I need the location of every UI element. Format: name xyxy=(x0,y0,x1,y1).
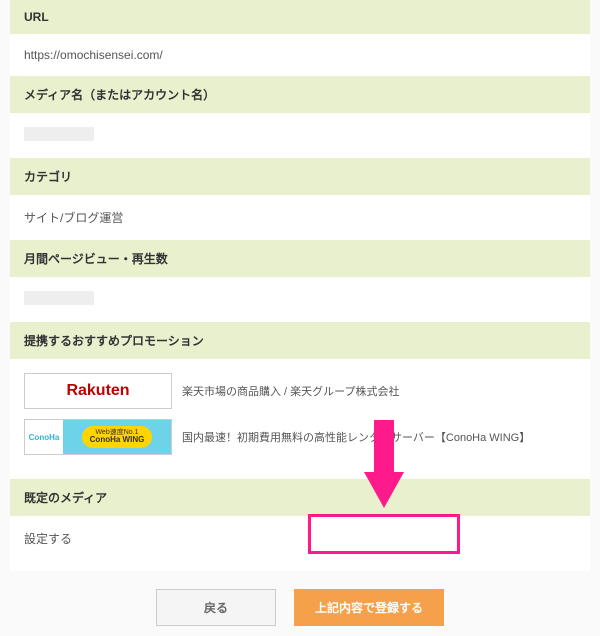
pageviews-value xyxy=(10,277,590,322)
promo-desc: 国内最速！初期費用無料の高性能レンタルサーバー【ConoHa WING】 xyxy=(182,429,530,445)
promo-list: Rakuten 楽天市場の商品購入 / 楽天グループ株式会社 ConoHa We… xyxy=(10,359,590,479)
section-header-default-media: 既定のメディア xyxy=(10,479,590,516)
media-name-value xyxy=(10,113,590,158)
conoha-banner[interactable]: ConoHa Web速度No.1 ConoHa WING xyxy=(24,419,172,455)
section-header-promotions: 提携するおすすめプロモーション xyxy=(10,322,590,359)
promo-item-rakuten: Rakuten 楽天市場の商品購入 / 楽天グループ株式会社 xyxy=(24,373,576,409)
button-row: 戻る 上記内容で登録する xyxy=(0,571,600,636)
category-value: サイト/ブログ運営 xyxy=(10,195,590,240)
promo-item-conoha: ConoHa Web速度No.1 ConoHa WING 国内最速！初期費用無料… xyxy=(24,419,576,455)
url-value: https://omochisensei.com/ xyxy=(10,34,590,76)
submit-button[interactable]: 上記内容で登録する xyxy=(294,589,444,626)
conoha-badge: Web速度No.1 ConoHa WING xyxy=(82,426,153,448)
promo-desc: 楽天市場の商品購入 / 楽天グループ株式会社 xyxy=(182,383,400,399)
form-container: URL https://omochisensei.com/ メディア名（またはア… xyxy=(10,0,590,571)
conoha-logo: ConoHa xyxy=(25,420,63,454)
section-header-category: カテゴリ xyxy=(10,158,590,195)
section-header-media-name: メディア名（またはアカウント名） xyxy=(10,76,590,113)
redacted-block xyxy=(24,291,94,305)
default-media-value: 設定する xyxy=(10,516,590,561)
rakuten-banner[interactable]: Rakuten xyxy=(24,373,172,409)
back-button[interactable]: 戻る xyxy=(156,589,276,626)
section-header-pageviews: 月間ページビュー・再生数 xyxy=(10,240,590,277)
section-header-url: URL xyxy=(10,0,590,34)
redacted-block xyxy=(24,127,94,141)
rakuten-logo: Rakuten xyxy=(66,382,129,400)
